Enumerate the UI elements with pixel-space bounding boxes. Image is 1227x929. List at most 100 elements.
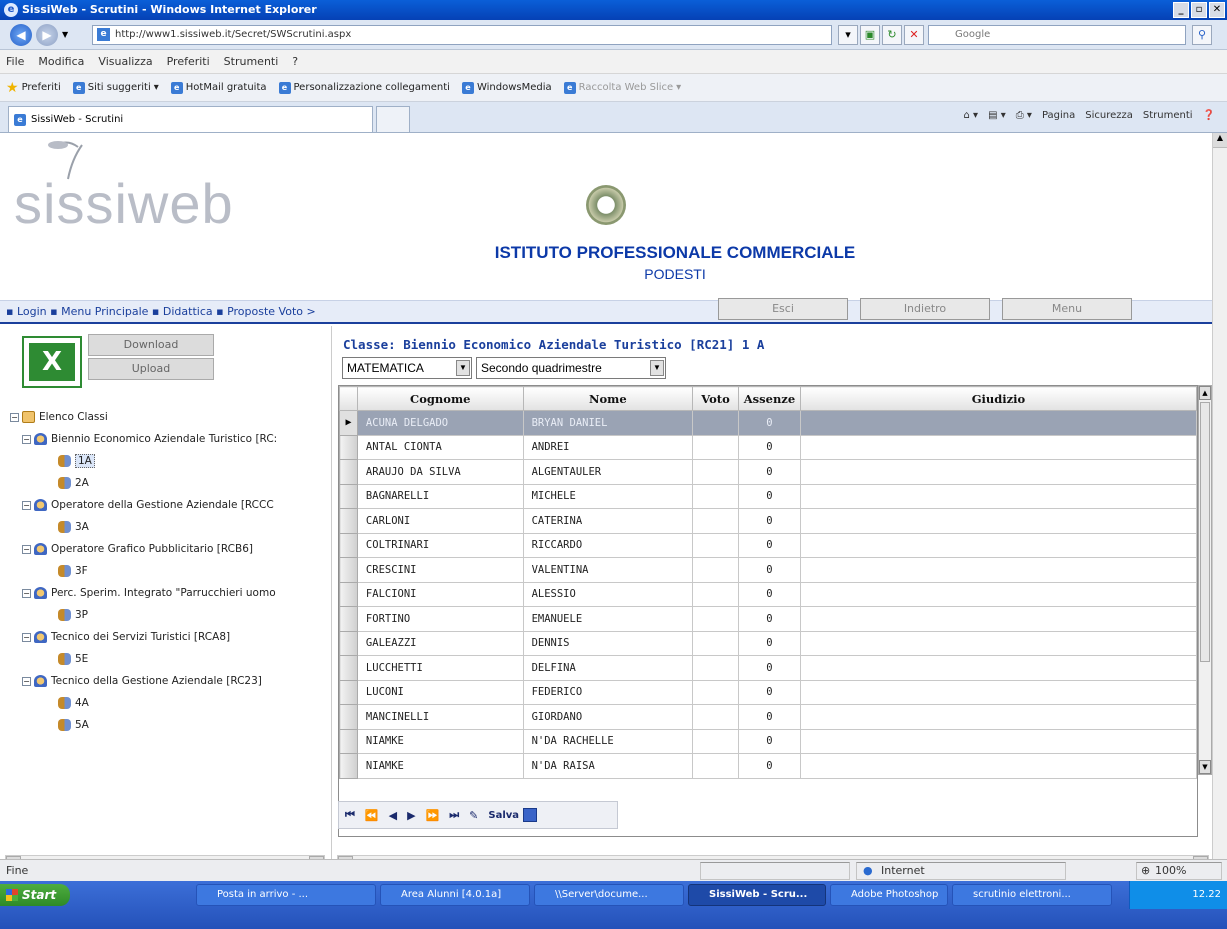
collapse-icon[interactable]: − [22, 676, 31, 686]
cell-nome[interactable]: N'DA RAISA [522, 753, 694, 779]
address-input[interactable]: http://www1.sissiweb.it/Secret/SWScrutin… [92, 25, 832, 45]
excel-icon[interactable]: X [22, 336, 82, 388]
esci-button[interactable]: Esci [718, 298, 848, 320]
cmd-sicurezza[interactable]: Sicurezza [1085, 110, 1133, 121]
menu-button[interactable]: Menu [1002, 298, 1132, 320]
cell-voto[interactable] [692, 557, 739, 583]
zoom-control[interactable]: ⊕ 100% [1136, 862, 1222, 880]
fav-hotmail[interactable]: e HotMail gratuita [170, 81, 267, 94]
cell-cognome[interactable]: ANTAL CIONTA [356, 434, 524, 460]
scroll-down-icon[interactable]: ▼ [1199, 760, 1211, 774]
cell-nome[interactable]: N'DA RACHELLE [522, 728, 694, 754]
start-button[interactable]: Start [0, 884, 70, 906]
cell-giudizio[interactable] [799, 508, 1197, 534]
cell-giudizio[interactable] [799, 655, 1197, 681]
col-nome[interactable]: Nome [522, 386, 694, 411]
table-row[interactable]: MANCINELLI GIORDANO 0 [339, 704, 1197, 730]
history-dropdown-icon[interactable]: ▼ [62, 30, 68, 39]
collapse-icon[interactable]: − [22, 588, 31, 598]
tree-class-4a[interactable]: 4A [10, 692, 330, 714]
row-selector[interactable]: ▶ [339, 410, 358, 436]
grid-vscrollbar[interactable]: ▲ ▼ [1198, 385, 1212, 775]
tree-group[interactable]: − Operatore Grafico Pubblicitario [RCB6] [10, 538, 330, 560]
cell-cognome[interactable]: COLTRINARI [356, 532, 524, 558]
col-voto[interactable]: Voto [692, 386, 739, 411]
tab-sissiweb[interactable]: e SissiWeb - Scrutini [8, 106, 373, 132]
col-assenze[interactable]: Assenze [737, 386, 801, 411]
feeds-icon[interactable]: ▤ ▾ [988, 110, 1006, 121]
cell-voto[interactable] [692, 753, 739, 779]
row-selector[interactable] [339, 508, 358, 534]
menu-file[interactable]: File [6, 55, 24, 68]
cell-voto[interactable] [692, 410, 739, 436]
collapse-icon[interactable]: − [22, 632, 31, 642]
refresh-icon[interactable]: ↻ [882, 25, 902, 45]
tree-group[interactable]: − Operatore della Gestione Aziendale [RCC… [10, 494, 330, 516]
scroll-up-icon[interactable]: ▲ [1213, 133, 1227, 148]
table-row[interactable]: FORTINO EMANUELE 0 [339, 606, 1197, 632]
row-selector[interactable] [339, 483, 358, 509]
upload-button[interactable]: Upload [88, 358, 214, 380]
row-selector[interactable] [339, 581, 358, 607]
cell-nome[interactable]: DELFINA [522, 655, 694, 681]
row-selector[interactable] [339, 459, 358, 485]
cell-assenze[interactable]: 0 [737, 459, 801, 485]
tree-class-5a[interactable]: 5A [10, 714, 330, 736]
task-photoshop[interactable]: Adobe Photoshop [830, 884, 948, 906]
cell-assenze[interactable]: 0 [737, 557, 801, 583]
cell-assenze[interactable]: 0 [737, 679, 801, 705]
cell-nome[interactable]: VALENTINA [522, 557, 694, 583]
task-scrutinio[interactable]: scrutinio elettroni... [952, 884, 1112, 906]
cell-cognome[interactable]: FALCIONI [356, 581, 524, 607]
cell-assenze[interactable]: 0 [737, 483, 801, 509]
close-button[interactable]: ✕ [1209, 2, 1225, 18]
task-area-alunni[interactable]: Area Alunni [4.0.1a] [380, 884, 530, 906]
favorites-button[interactable]: ★ Preferiti [6, 80, 61, 96]
new-tab-button[interactable] [376, 106, 410, 132]
cell-assenze[interactable]: 0 [737, 728, 801, 754]
last-page-icon[interactable]: ⏭ [449, 808, 459, 822]
cell-cognome[interactable]: GALEAZZI [356, 630, 524, 656]
tree-group[interactable]: − Tecnico dei Servizi Turistici [RCA8] [10, 626, 330, 648]
cell-nome[interactable]: ALESSIO [522, 581, 694, 607]
menu-modifica[interactable]: Modifica [38, 55, 84, 68]
table-row[interactable]: COLTRINARI RICCARDO 0 [339, 532, 1197, 558]
zone-indicator[interactable]: ● Internet [856, 862, 1066, 880]
cell-voto[interactable] [692, 606, 739, 632]
tree-class-2a[interactable]: 2A [10, 472, 330, 494]
cell-nome[interactable]: ALGENTAULER [522, 459, 694, 485]
scroll-thumb[interactable] [1200, 402, 1210, 662]
table-row[interactable]: ARAUJO DA SILVA ALGENTAULER 0 [339, 459, 1197, 485]
row-selector[interactable] [339, 532, 358, 558]
cell-cognome[interactable]: MANCINELLI [356, 704, 524, 730]
cell-voto[interactable] [692, 655, 739, 681]
subject-select[interactable]: MATEMATICA ▼ [342, 357, 472, 379]
cell-giudizio[interactable] [799, 483, 1197, 509]
menu-help[interactable]: ? [292, 55, 298, 68]
cmd-pagina[interactable]: Pagina [1042, 110, 1075, 121]
row-selector[interactable] [339, 434, 358, 460]
fav-web-slice[interactable]: e Raccolta Web Slice ▾ [563, 81, 681, 94]
cell-nome[interactable]: FEDERICO [522, 679, 694, 705]
back-button[interactable]: ◀ [10, 24, 32, 46]
minimize-button[interactable]: _ [1173, 2, 1189, 18]
cell-voto[interactable] [692, 508, 739, 534]
tree-group[interactable]: − Biennio Economico Aziendale Turistico [… [10, 428, 330, 450]
cell-voto[interactable] [692, 704, 739, 730]
download-button[interactable]: Download [88, 334, 214, 356]
help-icon[interactable]: ❓ [1203, 110, 1215, 121]
address-dropdown-button[interactable]: ▾ [838, 25, 858, 45]
cell-giudizio[interactable] [799, 606, 1197, 632]
scroll-up-icon[interactable]: ▲ [1199, 386, 1211, 400]
cell-cognome[interactable]: CRESCINI [356, 557, 524, 583]
cell-cognome[interactable]: FORTINO [356, 606, 524, 632]
indietro-button[interactable]: Indietro [860, 298, 990, 320]
next-page-icon[interactable]: ⏩ [426, 809, 440, 822]
cell-assenze[interactable]: 0 [737, 410, 801, 436]
cell-nome[interactable]: RICCARDO [522, 532, 694, 558]
cell-assenze[interactable]: 0 [737, 704, 801, 730]
search-icon[interactable]: ⚲ [1192, 25, 1212, 45]
crumb-login[interactable]: Login [17, 305, 47, 318]
table-row[interactable]: CRESCINI VALENTINA 0 [339, 557, 1197, 583]
tree-class-3a[interactable]: 3A [10, 516, 330, 538]
